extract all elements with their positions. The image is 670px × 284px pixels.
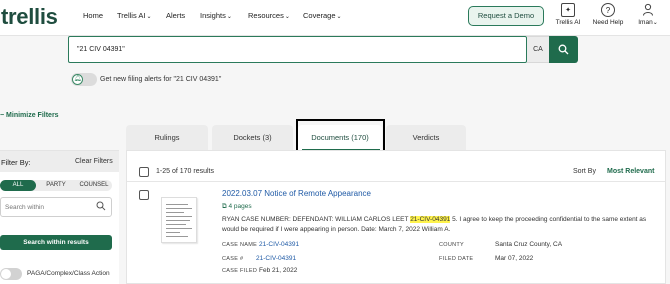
case-filed-label: CASE FILED: [222, 268, 258, 274]
nav-trellis-ai[interactable]: Trellis AI⌄: [117, 11, 152, 20]
need-help-button[interactable]: ? Need Help: [590, 3, 626, 26]
result-checkbox[interactable]: [139, 190, 149, 200]
nav-home[interactable]: Home: [83, 11, 103, 20]
trellis-ai-icon: ✦: [561, 3, 575, 17]
filed-date-value: Mar 07, 2022: [495, 255, 534, 262]
case-filed-value: Feb 21, 2022: [259, 267, 298, 274]
filter-by-label: Filter By:: [1, 158, 31, 167]
search-button[interactable]: [549, 36, 578, 63]
filter-scope-segment: ALL PARTY COUNSEL: [0, 180, 112, 191]
chevron-down-icon: ⌄: [652, 20, 658, 26]
select-all-checkbox[interactable]: [139, 167, 149, 177]
paga-complex-class-label: PAGA/Complex/Class Action: [27, 270, 110, 277]
nav-insights[interactable]: Insights⌄: [200, 11, 232, 20]
divider: [127, 181, 665, 182]
case-name-label: CASE NAME: [222, 242, 258, 248]
search-match-highlight: 21-CIV-04391: [410, 216, 451, 223]
page-count-link[interactable]: ⧉ 4 pages: [222, 203, 252, 211]
filed-date-label: FILED DATE: [439, 256, 474, 262]
result-tabs: Rulings Dockets (3) Documents (170) Verd…: [126, 125, 666, 150]
chevron-down-icon: ⌄: [336, 14, 342, 20]
filing-alert-label: Get new filing alerts for "21 CIV 04391": [100, 76, 222, 83]
results-count: 1-25 of 170 results: [156, 168, 214, 175]
filing-alert-toggle[interactable]: 🔔︎: [71, 73, 97, 86]
chevron-down-icon: ⌄: [226, 14, 232, 20]
filter-header: Filter By: Clear Filters: [0, 151, 119, 172]
document-thumbnail[interactable]: [161, 197, 197, 243]
chevron-down-icon: ⌄: [146, 14, 152, 20]
nav-coverage[interactable]: Coverage⌄: [303, 11, 342, 20]
request-demo-button[interactable]: Request a Demo: [468, 6, 544, 26]
search-input[interactable]: [68, 36, 527, 63]
segment-all[interactable]: ALL: [0, 180, 36, 191]
tab-verdicts[interactable]: Verdicts: [386, 125, 466, 150]
document-snippet: RYAN CASE NUMBER: DEFENDANT: WILLIAM CAR…: [222, 216, 647, 233]
search-within-results-button[interactable]: Search within results: [0, 235, 112, 250]
segment-counsel[interactable]: COUNSEL: [76, 180, 112, 191]
search-icon: [96, 201, 106, 211]
filter-sidebar: Filter By: Clear Filters ALL PARTY COUNS…: [0, 150, 119, 284]
segment-party[interactable]: PARTY: [38, 180, 74, 191]
bell-icon: 🔔︎: [72, 74, 83, 85]
top-header: trellis Home Trellis AI⌄ Alerts Insights…: [0, 0, 670, 36]
trellis-ai-button[interactable]: ✦ Trellis AI: [553, 3, 583, 26]
paga-complex-class-toggle[interactable]: [0, 268, 22, 280]
tab-rulings[interactable]: Rulings: [126, 125, 208, 150]
minus-icon: −: [0, 112, 5, 119]
clear-filters-button[interactable]: Clear Filters: [75, 158, 113, 165]
trellis-logo[interactable]: trellis: [1, 4, 58, 30]
user-icon: [641, 3, 655, 17]
case-number-label: CASE #: [222, 256, 244, 262]
nav-resources[interactable]: Resources⌄: [248, 11, 290, 20]
search-icon: [558, 44, 569, 55]
state-selector[interactable]: CA: [527, 36, 549, 63]
external-link-icon: ⧉: [222, 203, 227, 210]
chevron-down-icon: ⌄: [284, 14, 290, 20]
nav-alerts[interactable]: Alerts: [166, 11, 185, 20]
help-icon: ?: [601, 3, 615, 17]
county-label: COUNTY: [439, 242, 465, 248]
tab-dockets[interactable]: Dockets (3): [212, 125, 293, 150]
document-title-link[interactable]: 2022.03.07 Notice of Remote Appearance: [222, 189, 371, 198]
results-panel: 1-25 of 170 results Sort By Most Relevan…: [126, 150, 666, 284]
sort-by-label: Sort By: [573, 168, 596, 175]
toggle-knob: [1, 269, 11, 279]
search-bar: CA: [68, 36, 578, 63]
sort-dropdown[interactable]: Most Relevant: [607, 168, 654, 175]
county-value: Santa Cruz County, CA: [495, 241, 563, 248]
user-menu-button[interactable]: Iman⌄: [633, 3, 663, 26]
minimize-filters-link[interactable]: − Minimize Filters: [0, 112, 59, 119]
case-number-link[interactable]: 21-CIV-04391: [256, 255, 296, 262]
case-name-link[interactable]: 21-CIV-04391: [259, 241, 299, 248]
